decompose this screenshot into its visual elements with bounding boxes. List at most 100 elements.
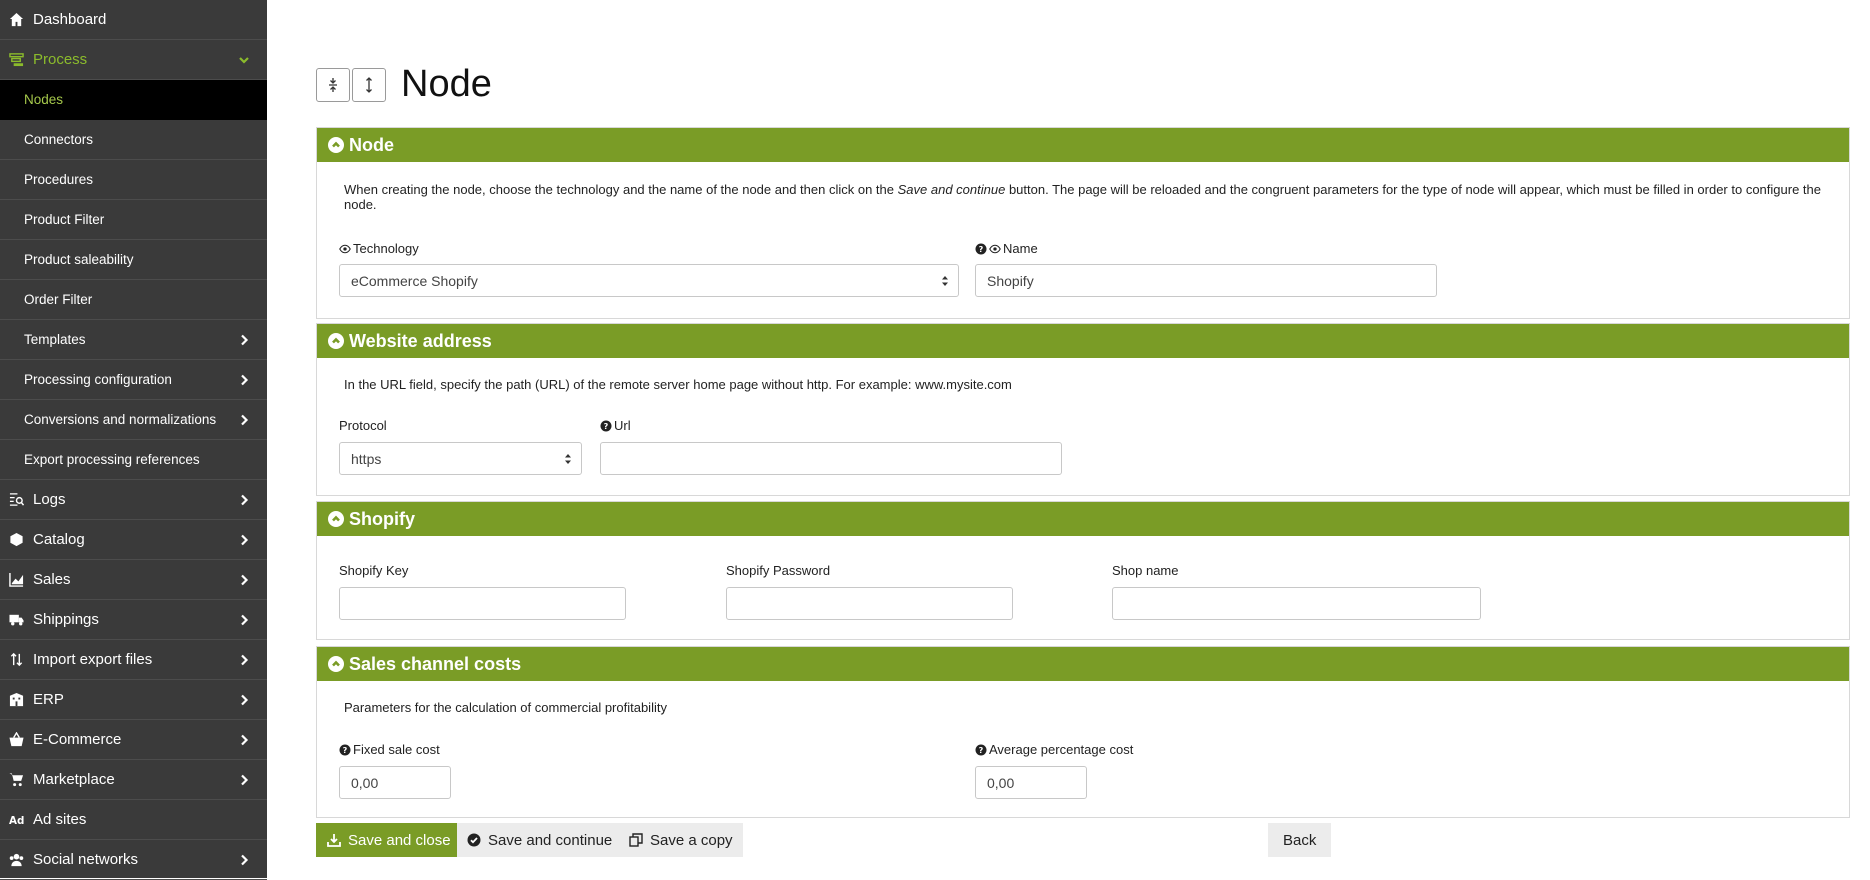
download-icon (327, 834, 341, 847)
website-panel-title: Website address (349, 330, 492, 351)
sidebar-item-nodes[interactable]: Nodes (0, 80, 267, 120)
technology-label: Technology (339, 241, 419, 256)
costs-panel-header[interactable]: Sales channel costs (317, 647, 1849, 681)
svg-text:Ad: Ad (9, 815, 24, 827)
logs-icon (8, 492, 24, 508)
sidebar-item-process[interactable]: Process (0, 40, 267, 80)
sidebar-item-product-saleability[interactable]: Product saleability (0, 240, 267, 280)
url-input[interactable] (600, 442, 1062, 475)
expand-all-button[interactable] (352, 67, 386, 102)
sidebar-item-label: Import export files (33, 651, 153, 668)
sidebar-item-label: Nodes (24, 92, 64, 107)
sidebar-item-dashboard[interactable]: Dashboard (0, 0, 267, 40)
shopify-password-input[interactable] (726, 587, 1013, 620)
sidebar-item-ad-sites[interactable]: Ad Ad sites (0, 800, 267, 840)
building-icon (8, 692, 24, 708)
chevron-right-icon (237, 693, 251, 707)
sidebar-item-templates[interactable]: Templates (0, 320, 267, 360)
costs-panel-description: Parameters for the calculation of commer… (344, 700, 667, 715)
svg-text:?: ? (979, 746, 984, 755)
eye-icon (339, 244, 351, 253)
sidebar-item-import-export-files[interactable]: Import export files (0, 640, 267, 680)
cart-icon (8, 772, 24, 788)
cube-icon (8, 532, 24, 548)
sidebar-item-label: Product Filter (24, 212, 105, 227)
costs-panel-title: Sales channel costs (349, 653, 522, 674)
sidebar-item-erp[interactable]: ERP (0, 680, 267, 720)
chevron-right-icon (237, 533, 251, 547)
sidebar-item-social-networks[interactable]: Social networks (0, 840, 267, 880)
help-icon: ? (339, 744, 351, 755)
sidebar-item-marketplace[interactable]: Marketplace (0, 760, 267, 800)
shopify-key-label: Shopify Key (339, 563, 409, 578)
chevron-right-icon (237, 333, 251, 347)
collapse-all-button[interactable] (316, 67, 350, 102)
chevron-right-icon (237, 773, 251, 787)
chevron-right-icon (237, 653, 251, 667)
chevron-right-icon (237, 853, 251, 867)
website-panel-header[interactable]: Website address (317, 324, 1849, 358)
save-and-continue-button[interactable]: Save and continue (457, 823, 624, 857)
chevron-right-icon (237, 573, 251, 587)
chevron-up-icon (328, 137, 344, 153)
sidebar-item-sales[interactable]: Sales (0, 560, 267, 600)
shopify-panel-header[interactable]: Shopify (317, 502, 1849, 536)
sidebar-item-label: Logs (33, 491, 66, 508)
website-panel-description: In the URL field, specify the path (URL)… (344, 377, 1012, 392)
node-panel-header[interactable]: Node (317, 128, 1849, 162)
sidebar-item-procedures[interactable]: Procedures (0, 160, 267, 200)
title-row: Node (316, 63, 492, 106)
name-label: ? Name (975, 241, 1038, 256)
chevron-down-icon (237, 53, 251, 67)
sidebar-item-label: Social networks (33, 851, 139, 868)
fixed-cost-input[interactable]: 0,00 (339, 766, 451, 799)
help-icon: ? (975, 243, 987, 254)
sidebar-item-label: Catalog (33, 531, 85, 548)
sidebar-item-catalog[interactable]: Catalog (0, 520, 267, 560)
sidebar: Dashboard Process Nodes Connectors Procedure… (0, 0, 267, 880)
sidebar-item-shippings[interactable]: Shippings (0, 600, 267, 640)
shop-name-input[interactable] (1112, 587, 1481, 620)
sidebar-item-processing-configuration[interactable]: Processing configuration (0, 360, 267, 400)
select-arrows-icon (565, 454, 571, 464)
help-icon: ? (600, 420, 612, 431)
truck-icon (8, 612, 24, 628)
sidebar-item-product-filter[interactable]: Product Filter (0, 200, 267, 240)
name-input[interactable]: Shopify (975, 264, 1437, 297)
sidebar-item-label: Templates (24, 332, 86, 347)
sidebar-item-label: Shippings (33, 611, 99, 628)
users-icon (8, 852, 24, 868)
svg-text:?: ? (979, 245, 984, 254)
protocol-label: Protocol (339, 418, 387, 433)
node-panel: Node When creating the node, choose the … (316, 127, 1850, 319)
sidebar-item-conversions-and-normalizations[interactable]: Conversions and normalizations (0, 400, 267, 440)
chevron-up-icon (328, 511, 344, 527)
sidebar-item-connectors[interactable]: Connectors (0, 120, 267, 160)
website-panel: Website address In the URL field, specif… (316, 323, 1850, 496)
page-title: Node (401, 63, 492, 105)
chevron-right-icon (237, 733, 251, 747)
sidebar-item-export-processing-references[interactable]: Export processing references (0, 440, 267, 480)
sidebar-item-label: E-Commerce (33, 731, 122, 748)
check-circle-icon (467, 833, 481, 847)
sidebar-item-label: Sales (33, 571, 71, 588)
sidebar-item-e-commerce[interactable]: E-Commerce (0, 720, 267, 760)
fixed-cost-label: ? Fixed sale cost (339, 742, 440, 757)
url-label: ? Url (600, 418, 631, 433)
svg-text:?: ? (343, 746, 348, 755)
save-a-copy-button[interactable]: Save a copy (619, 823, 743, 857)
protocol-select[interactable]: https (339, 442, 582, 475)
shopify-panel-title: Shopify (349, 508, 415, 529)
process-icon (8, 52, 24, 68)
sidebar-item-label: Marketplace (33, 771, 115, 788)
eye-icon (989, 244, 1001, 253)
chevron-right-icon (237, 413, 251, 427)
sidebar-item-order-filter[interactable]: Order Filter (0, 280, 267, 320)
average-cost-label: ? Average percentage cost (975, 742, 1133, 757)
technology-select[interactable]: eCommerce Shopify (339, 264, 959, 297)
save-and-close-button[interactable]: Save and close (316, 823, 462, 857)
average-cost-input[interactable]: 0,00 (975, 766, 1087, 799)
back-button[interactable]: Back (1268, 823, 1332, 857)
shopify-key-input[interactable] (339, 587, 626, 620)
sidebar-item-logs[interactable]: Logs (0, 480, 267, 520)
